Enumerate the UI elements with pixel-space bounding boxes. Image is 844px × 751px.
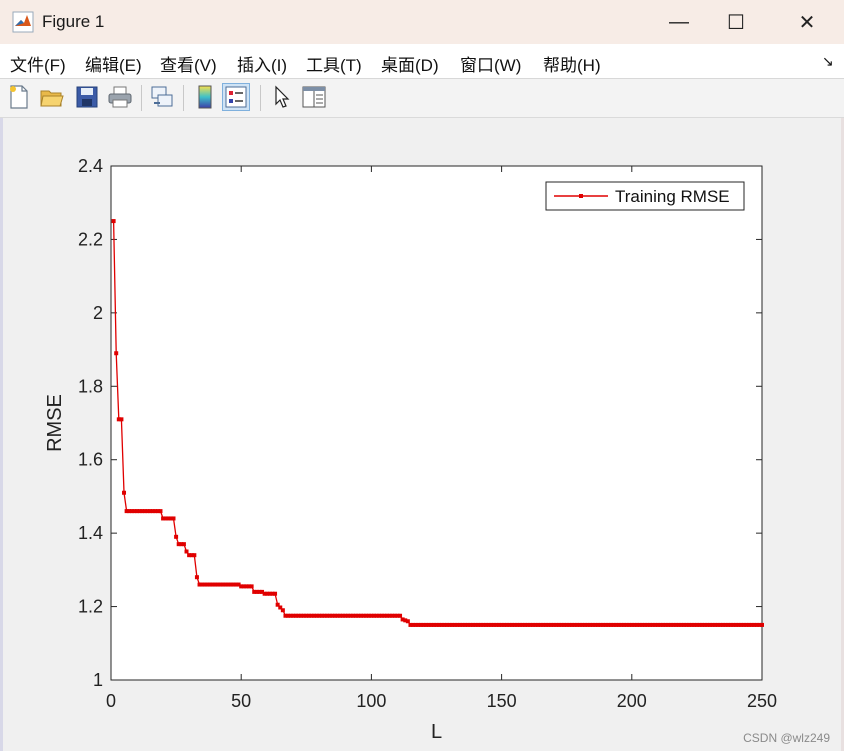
data-point-marker: [192, 553, 197, 558]
data-point-marker: [111, 219, 116, 224]
x-tick-label: 0: [106, 691, 116, 711]
save-button[interactable]: [73, 83, 101, 111]
dock-arrow-icon[interactable]: ↘: [822, 53, 834, 70]
print-button[interactable]: [106, 83, 134, 111]
data-point-marker: [398, 613, 403, 618]
x-tick-label: 150: [487, 691, 517, 711]
y-tick-label: 1.2: [78, 597, 103, 617]
link-axes-button[interactable]: [148, 83, 176, 111]
watermark: CSDN @wlz249: [743, 731, 830, 745]
maximize-icon: ☐: [727, 11, 745, 34]
data-point-marker: [174, 534, 179, 539]
colorbar-button[interactable]: [191, 83, 219, 111]
menu-tools[interactable]: 工具(T): [306, 51, 362, 76]
property-inspector-icon: [302, 86, 326, 108]
toolbar: [0, 79, 844, 118]
plot-svg: 0 50 100 150 200 250 1 1.2 1.4 1.6 1.8 2 2.2 2.4 L R…: [44, 156, 777, 743]
data-point-marker: [184, 549, 189, 554]
x-tick-label: 100: [356, 691, 386, 711]
property-inspector-button[interactable]: [300, 83, 328, 111]
data-point-marker: [114, 351, 119, 356]
menu-file[interactable]: 文件(F): [10, 51, 66, 76]
data-point-marker: [119, 417, 124, 422]
menu-help[interactable]: 帮助(H): [543, 51, 601, 76]
data-point-marker: [405, 619, 410, 624]
legend-icon: [225, 86, 247, 108]
y-tick-label: 2.2: [78, 229, 103, 249]
pointer-icon: [275, 85, 290, 108]
data-point-marker: [158, 509, 163, 514]
figure-window: Figure 1 — ☐ ✕ 文件(F) 编辑(E) 查看(V) 插入(I) 工…: [0, 0, 844, 751]
x-axis-label: L: [431, 721, 442, 743]
data-point-marker: [171, 516, 176, 521]
y-axis-label: RMSE: [44, 394, 66, 452]
y-tick-label: 2.4: [78, 156, 103, 176]
data-point-marker: [249, 584, 254, 589]
link-axes-icon: [151, 86, 173, 107]
data-point-marker: [273, 591, 278, 596]
menu-insert[interactable]: 插入(I): [237, 51, 287, 76]
menu-window[interactable]: 窗口(W): [460, 51, 521, 76]
data-point-marker: [760, 622, 764, 627]
data-point-marker: [194, 575, 199, 580]
legend-marker: [579, 194, 583, 198]
legend[interactable]: Training RMSE: [545, 181, 745, 211]
minimize-icon: —: [669, 10, 689, 33]
menu-edit[interactable]: 编辑(E): [85, 51, 142, 76]
data-point-marker: [122, 490, 127, 495]
print-icon: [108, 86, 132, 108]
new-figure-icon: [10, 85, 28, 109]
open-file-icon: [40, 90, 64, 107]
toolbar-separator: [260, 85, 261, 111]
menu-view[interactable]: 查看(V): [160, 51, 217, 76]
menu-bar: 文件(F) 编辑(E) 查看(V) 插入(I) 工具(T) 桌面(D) 窗口(W…: [0, 44, 844, 79]
axes-background: [110, 165, 763, 681]
menu-desktop[interactable]: 桌面(D): [381, 51, 439, 76]
open-file-button[interactable]: [38, 83, 66, 111]
window-edge-left: [0, 118, 3, 751]
data-point-marker: [181, 542, 186, 547]
maximize-button[interactable]: ☐: [713, 0, 759, 44]
x-tick-label: 200: [617, 691, 647, 711]
toolbar-separator: [141, 85, 142, 111]
window-title: Figure 1: [42, 12, 105, 31]
y-tick-label: 1.8: [78, 376, 103, 396]
close-icon: ✕: [798, 11, 816, 34]
x-tick-label: 250: [747, 691, 777, 711]
x-tick-label: 50: [231, 691, 251, 711]
data-point-marker: [280, 608, 285, 613]
axes[interactable]: 0 50 100 150 200 250 1 1.2 1.4 1.6 1.8 2 2.2 2.4: [78, 156, 777, 711]
pointer-button[interactable]: [268, 83, 296, 111]
minimize-button[interactable]: —: [656, 0, 702, 44]
y-tick-label: 1.6: [78, 450, 103, 470]
new-figure-button[interactable]: [5, 83, 33, 111]
toolbar-separator: [183, 85, 184, 111]
figure-canvas: 0 50 100 150 200 250 1 1.2 1.4 1.6 1.8 2 2.2 2.4 L R…: [4, 118, 840, 746]
y-tick-label: 1.4: [78, 523, 103, 543]
save-icon: [76, 86, 98, 108]
colorbar-icon: [198, 85, 212, 109]
y-tick-label: 2: [93, 303, 103, 323]
y-tick-label: 1: [93, 670, 103, 690]
legend-button[interactable]: [222, 83, 250, 111]
legend-label: Training RMSE: [615, 187, 730, 206]
matlab-logo-icon: [12, 11, 34, 33]
close-button[interactable]: ✕: [784, 0, 830, 44]
title-bar[interactable]: Figure 1 — ☐ ✕: [0, 0, 844, 44]
